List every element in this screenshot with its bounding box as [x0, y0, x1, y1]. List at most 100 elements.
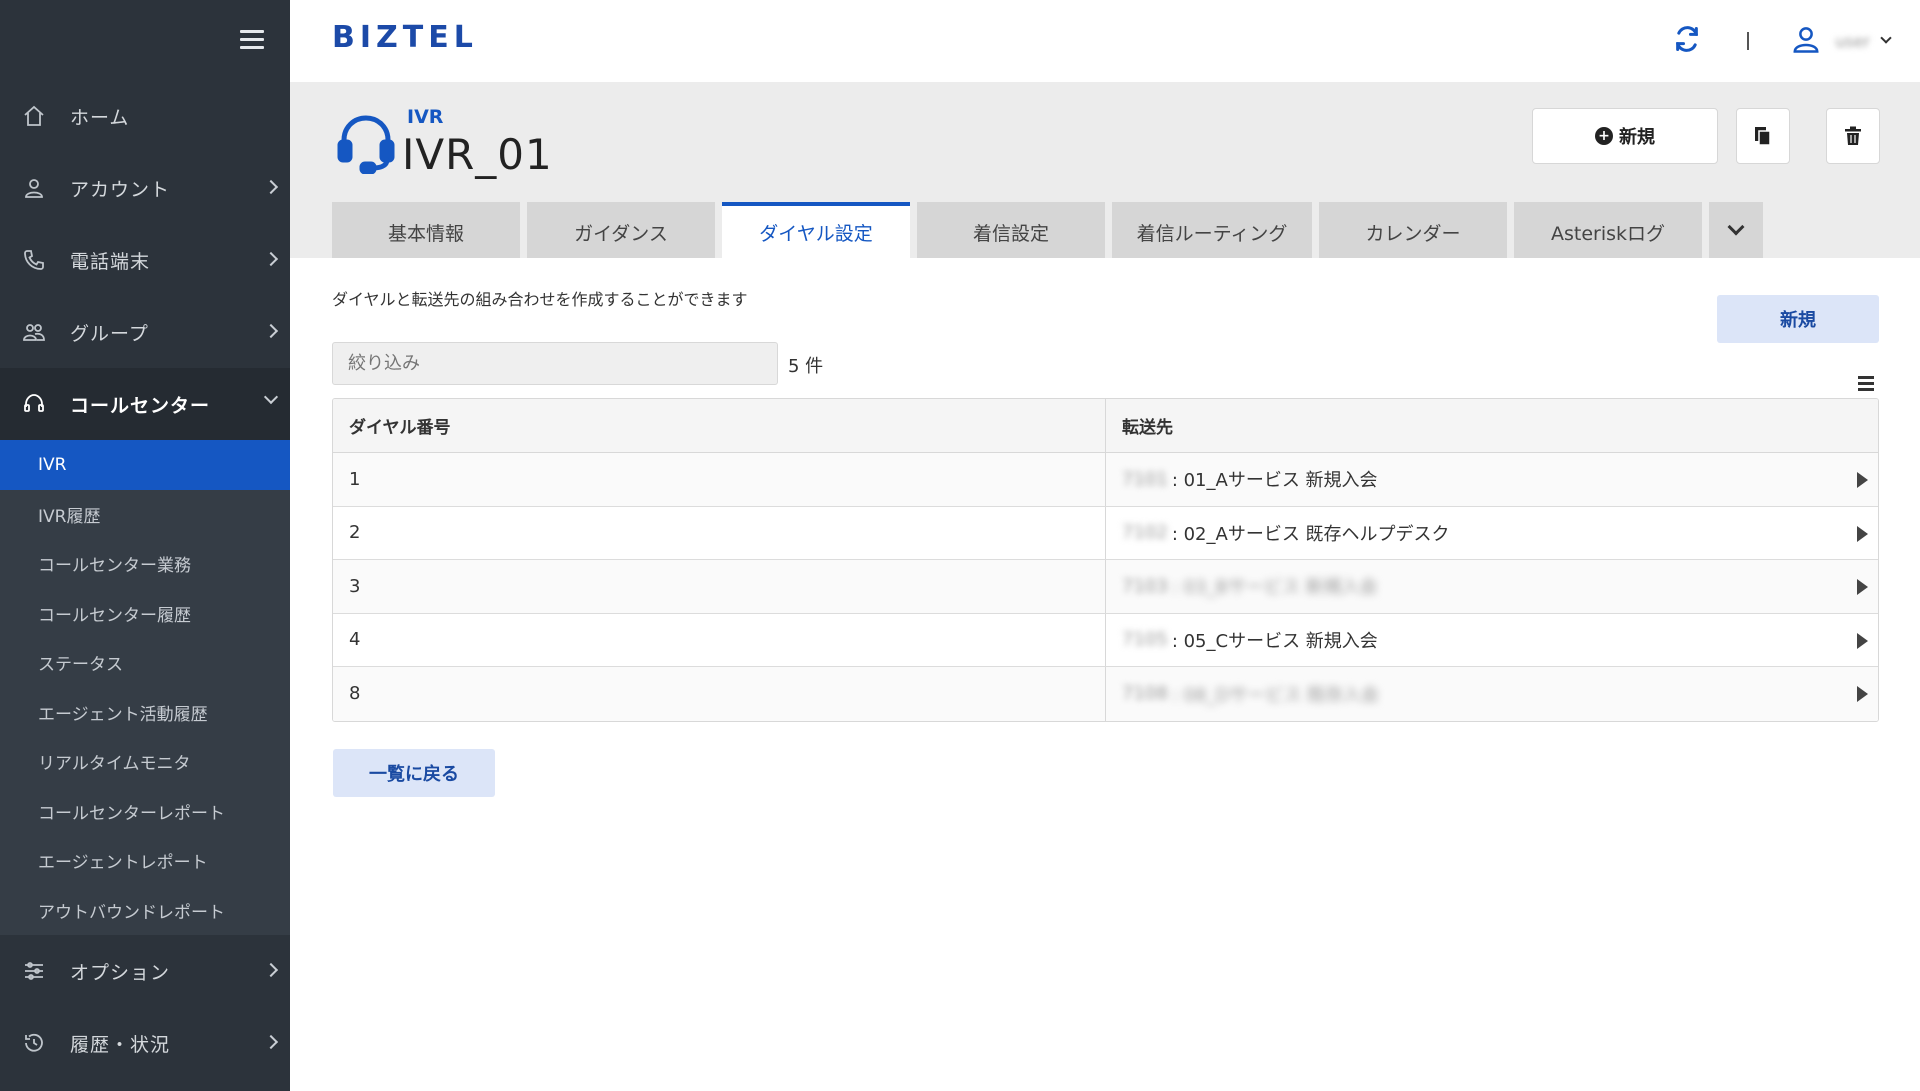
headset-icon	[24, 394, 44, 412]
headset-icon	[337, 115, 395, 174]
cell-dial: 3	[333, 560, 1106, 613]
nav-item-label: ホーム	[70, 106, 130, 129]
destination-name: : 01_Aサービス 新規入会	[1171, 470, 1378, 492]
sidebar-item-outbound-report[interactable]: アウトバウンドレポート	[0, 886, 290, 936]
chevron-down-icon[interactable]	[1880, 32, 1892, 44]
new-button-label: 新規	[1619, 127, 1655, 148]
cell-dial: 1	[333, 453, 1106, 506]
column-header-dial[interactable]: ダイヤル番号	[333, 399, 1106, 452]
nav-item-label: 電話端末	[70, 250, 151, 273]
cell-destination: 7103 : 03_Bサービス 新規入会	[1106, 560, 1878, 613]
top-header: BIZTEL user	[290, 0, 1920, 82]
back-to-list-button[interactable]: 一覧に戻る	[333, 749, 495, 797]
add-dial-button[interactable]: 新規	[1717, 295, 1879, 343]
breadcrumb[interactable]: IVR	[407, 106, 443, 128]
cell-destination: 7105 : 05_Cサービス 新規入会	[1106, 614, 1878, 667]
trash-icon	[1845, 126, 1861, 145]
dial-table: ダイヤル番号 転送先 1 7101 : 01_Aサービス 新規入会 2 7102…	[332, 398, 1879, 722]
phone-icon	[24, 250, 44, 270]
sidebar-item-callcenter-history[interactable]: コールセンター履歴	[0, 589, 290, 639]
destination-prefix: 7103	[1122, 575, 1168, 597]
copy-button[interactable]	[1736, 108, 1790, 164]
destination-name: : 02_Aサービス 既存ヘルプデスク	[1171, 523, 1450, 545]
triangle-right-icon	[1857, 579, 1868, 595]
page-title: IVR_01	[402, 130, 553, 179]
sidebar-item-callcenter-report[interactable]: コールセンターレポート	[0, 787, 290, 837]
cell-dial: 8	[333, 667, 1106, 721]
nav-item-label: オプション	[70, 961, 171, 984]
tab-incoming-routing[interactable]: 着信ルーティング	[1112, 202, 1312, 258]
home-icon	[24, 105, 44, 126]
chevron-down-icon	[263, 389, 279, 405]
nav-item-home[interactable]: ホーム	[0, 80, 290, 152]
destination-prefix: 7108	[1122, 683, 1168, 705]
tab-more-dropdown[interactable]	[1709, 202, 1763, 258]
sidebar-item-ivr[interactable]: IVR	[0, 440, 290, 490]
tab-calendar[interactable]: カレンダー	[1319, 202, 1507, 258]
sidebar-item-agent-report[interactable]: エージェントレポート	[0, 836, 290, 886]
chevron-down-icon	[1727, 218, 1745, 236]
history-icon	[25, 1033, 43, 1052]
cell-destination: 7101 : 01_Aサービス 新規入会	[1106, 453, 1878, 506]
sidebar-top	[0, 0, 290, 80]
header-divider	[1747, 32, 1750, 50]
sidebar-item-status[interactable]: ステータス	[0, 638, 290, 688]
plus-circle-icon: +	[1595, 127, 1613, 145]
nav-item-label: コールセンター	[70, 394, 211, 417]
table-row[interactable]: 8 7108 : 08_Dサービス 既存入会	[333, 667, 1878, 721]
sidebar-item-agent-activity[interactable]: エージェント活動履歴	[0, 688, 290, 738]
tab-guidance[interactable]: ガイダンス	[527, 202, 715, 258]
column-menu-icon[interactable]	[1858, 376, 1874, 391]
tab-incoming-settings[interactable]: 着信設定	[917, 202, 1105, 258]
tab-dial-settings[interactable]: ダイヤル設定	[722, 202, 910, 258]
cell-dial: 2	[333, 506, 1106, 559]
table-header: ダイヤル番号 転送先	[333, 399, 1878, 453]
table-row[interactable]: 2 7102 : 02_Aサービス 既存ヘルプデスク	[333, 506, 1878, 560]
sliders-icon	[25, 962, 43, 980]
tab-asterisk-log[interactable]: Asteriskログ	[1514, 202, 1702, 258]
nav-item-phone[interactable]: 電話端末	[0, 224, 290, 296]
chevron-right-icon	[263, 251, 279, 267]
cell-destination: 7108 : 08_Dサービス 既存入会	[1106, 667, 1878, 721]
user-name[interactable]: user	[1835, 32, 1870, 51]
destination-name: : 08_Dサービス 既存入会	[1171, 684, 1380, 706]
nav-item-history-status[interactable]: 履歴・状況	[0, 1007, 290, 1079]
sidebar-item-realtime-monitor[interactable]: リアルタイムモニタ	[0, 737, 290, 787]
nav-item-label: グループ	[70, 322, 149, 345]
table-row[interactable]: 4 7105 : 05_Cサービス 新規入会	[333, 613, 1878, 667]
sidebar-item-ivr-history[interactable]: IVR履歴	[0, 490, 290, 540]
table-row[interactable]: 3 7103 : 03_Bサービス 新規入会	[333, 560, 1878, 614]
filter-input[interactable]	[332, 342, 778, 385]
nav-item-options[interactable]: オプション	[0, 935, 290, 1007]
destination-name: : 05_Cサービス 新規入会	[1171, 630, 1378, 652]
nav-item-label: アカウント	[70, 178, 171, 201]
nav-item-label: 履歴・状況	[70, 1033, 171, 1056]
refresh-icon[interactable]	[1673, 25, 1701, 57]
description-text: ダイヤルと転送先の組み合わせを作成することができます	[332, 290, 748, 309]
delete-button[interactable]	[1826, 108, 1880, 164]
triangle-right-icon	[1857, 472, 1868, 488]
hamburger-menu-icon[interactable]	[240, 30, 264, 50]
header-actions: user	[1673, 0, 1920, 82]
biztel-logo[interactable]: BIZTEL	[332, 20, 478, 55]
chevron-right-icon	[263, 179, 279, 195]
column-header-destination[interactable]: 転送先	[1106, 399, 1878, 452]
result-count: 5 件	[788, 356, 824, 377]
chevron-right-icon	[263, 323, 279, 339]
user-avatar-icon[interactable]	[1791, 24, 1821, 58]
chevron-right-icon	[263, 1034, 279, 1050]
group-icon	[23, 324, 45, 341]
chevron-right-icon	[263, 962, 279, 978]
cell-dial: 4	[333, 613, 1106, 666]
tab-basic-info[interactable]: 基本情報	[332, 202, 520, 258]
triangle-right-icon	[1857, 632, 1868, 649]
copy-icon	[1755, 127, 1771, 146]
nav-item-group[interactable]: グループ	[0, 296, 290, 368]
new-ivr-button[interactable]: + 新規	[1532, 108, 1718, 164]
cell-destination: 7102 : 02_Aサービス 既存ヘルプデスク	[1106, 507, 1878, 560]
table-row[interactable]: 1 7101 : 01_Aサービス 新規入会	[333, 453, 1878, 507]
nav-item-callcenter[interactable]: コールセンター	[0, 368, 290, 440]
callcenter-submenu: IVR IVR履歴 コールセンター業務 コールセンター履歴 ステータス エージェ…	[0, 440, 290, 935]
sidebar-item-callcenter-tasks[interactable]: コールセンター業務	[0, 539, 290, 589]
nav-item-account[interactable]: アカウント	[0, 152, 290, 224]
